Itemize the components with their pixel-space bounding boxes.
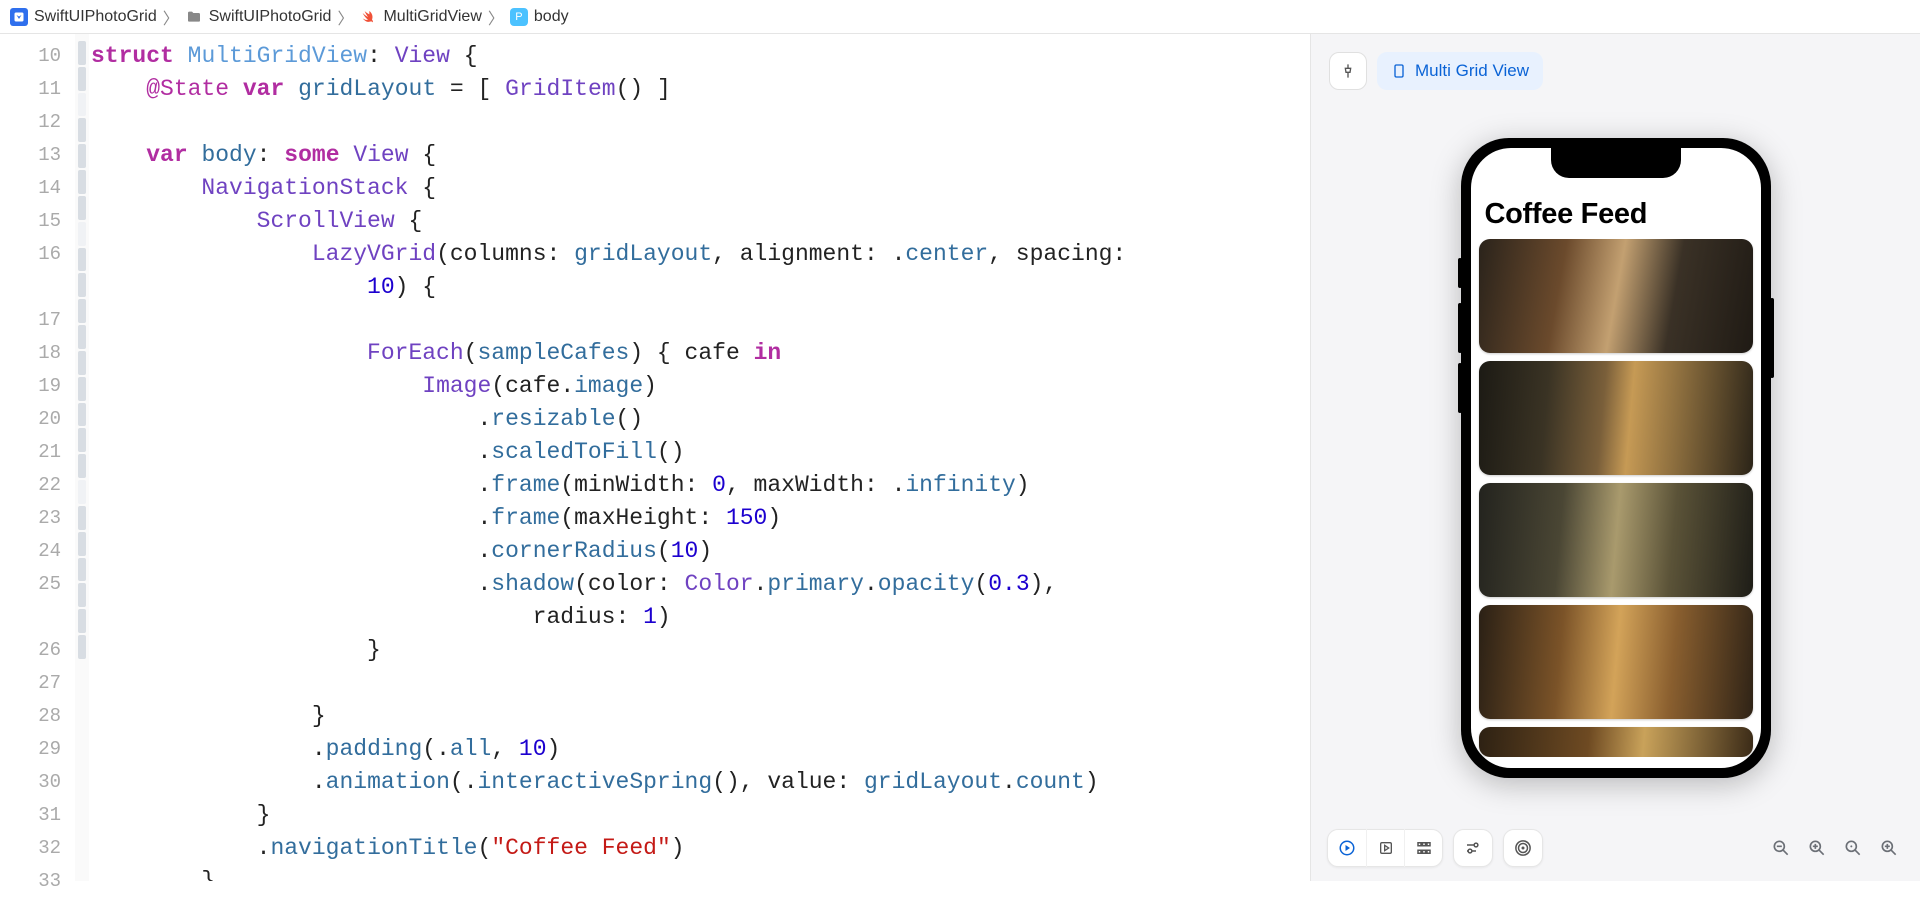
preview-on-device-button[interactable] <box>1504 829 1542 867</box>
line-number: 25 <box>0 568 61 601</box>
breadcrumb-sep: 〉 <box>337 5 353 29</box>
zoom-in-button[interactable] <box>1874 833 1904 863</box>
preview-selector-label: Multi Grid View <box>1415 61 1529 81</box>
line-number: 33 <box>0 865 61 898</box>
grid-item <box>1479 361 1753 475</box>
broadcast-icon <box>1514 839 1532 857</box>
line-gutter: 10111213141516 171819202122232425 26272829… <box>0 34 75 881</box>
folder-icon <box>185 8 203 26</box>
preview-canvas: Multi Grid View Coffee Feed <box>1310 34 1920 881</box>
selectable-icon <box>1378 840 1394 856</box>
line-number: 22 <box>0 469 61 502</box>
line-number: 21 <box>0 436 61 469</box>
zoom-out-icon <box>1771 838 1791 858</box>
code-editor[interactable]: 10111213141516 171819202122232425 26272829… <box>0 34 1310 881</box>
device-notch <box>1551 148 1681 178</box>
swift-icon <box>359 8 377 26</box>
live-preview-button[interactable] <box>1328 829 1366 867</box>
line-number: 32 <box>0 832 61 865</box>
zoom-fit-icon <box>1843 838 1863 858</box>
breadcrumb-symbol-label: body <box>534 8 569 26</box>
line-number: 15 <box>0 205 61 238</box>
line-number: 10 <box>0 40 61 73</box>
line-number: 13 <box>0 139 61 172</box>
grid-item <box>1479 727 1753 757</box>
zoom-in-icon <box>1879 838 1899 858</box>
line-number: 18 <box>0 337 61 370</box>
zoom-actual-icon <box>1807 838 1827 858</box>
breadcrumb: SwiftUIPhotoGrid 〉 SwiftUIPhotoGrid 〉 Mu… <box>0 0 1920 34</box>
property-icon: P <box>510 8 528 26</box>
code-content[interactable]: struct MultiGridView: View { @State var … <box>89 34 1310 881</box>
line-number: 14 <box>0 172 61 205</box>
line-number: 27 <box>0 667 61 700</box>
zoom-out-button[interactable] <box>1766 833 1796 863</box>
line-number: 31 <box>0 799 61 832</box>
grid-item <box>1479 605 1753 719</box>
line-number: 19 <box>0 370 61 403</box>
line-number: 16 <box>0 238 61 271</box>
grid-icon <box>1415 839 1433 857</box>
breadcrumb-project-label: SwiftUIPhotoGrid <box>34 8 157 26</box>
pin-icon <box>1340 63 1356 79</box>
line-number: 28 <box>0 700 61 733</box>
device-icon <box>1391 63 1407 79</box>
preview-grid <box>1471 239 1761 757</box>
line-number: 23 <box>0 502 61 535</box>
preview-selector[interactable]: Multi Grid View <box>1377 52 1543 90</box>
breadcrumb-file-label: MultiGridView <box>383 8 481 26</box>
selectable-preview-button[interactable] <box>1366 829 1404 867</box>
breadcrumb-sep: 〉 <box>163 5 179 29</box>
breadcrumb-file[interactable]: MultiGridView <box>359 8 481 26</box>
line-number: 30 <box>0 766 61 799</box>
preview-nav-title: Coffee Feed <box>1471 194 1761 239</box>
play-icon <box>1338 839 1356 857</box>
grid-item <box>1479 239 1753 353</box>
grid-item <box>1479 483 1753 597</box>
line-number: 29 <box>0 733 61 766</box>
device-settings-button[interactable] <box>1454 829 1492 867</box>
line-number: 12 <box>0 106 61 139</box>
zoom-controls <box>1766 833 1904 863</box>
sliders-icon <box>1464 839 1482 857</box>
zoom-actual-button[interactable] <box>1802 833 1832 863</box>
breadcrumb-folder[interactable]: SwiftUIPhotoGrid <box>185 8 332 26</box>
device-preview: Coffee Feed <box>1461 138 1771 778</box>
line-number: 17 <box>0 304 61 337</box>
zoom-fit-button[interactable] <box>1838 833 1868 863</box>
pin-preview-button[interactable] <box>1329 52 1367 90</box>
breadcrumb-symbol[interactable]: P body <box>510 8 569 26</box>
line-number: 24 <box>0 535 61 568</box>
breadcrumb-project[interactable]: SwiftUIPhotoGrid <box>10 8 157 26</box>
line-number: 26 <box>0 634 61 667</box>
line-number: 20 <box>0 403 61 436</box>
app-icon <box>10 8 28 26</box>
variants-preview-button[interactable] <box>1404 829 1442 867</box>
breadcrumb-folder-label: SwiftUIPhotoGrid <box>209 8 332 26</box>
change-bar <box>75 34 89 881</box>
breadcrumb-sep: 〉 <box>488 5 504 29</box>
line-number: 11 <box>0 73 61 106</box>
